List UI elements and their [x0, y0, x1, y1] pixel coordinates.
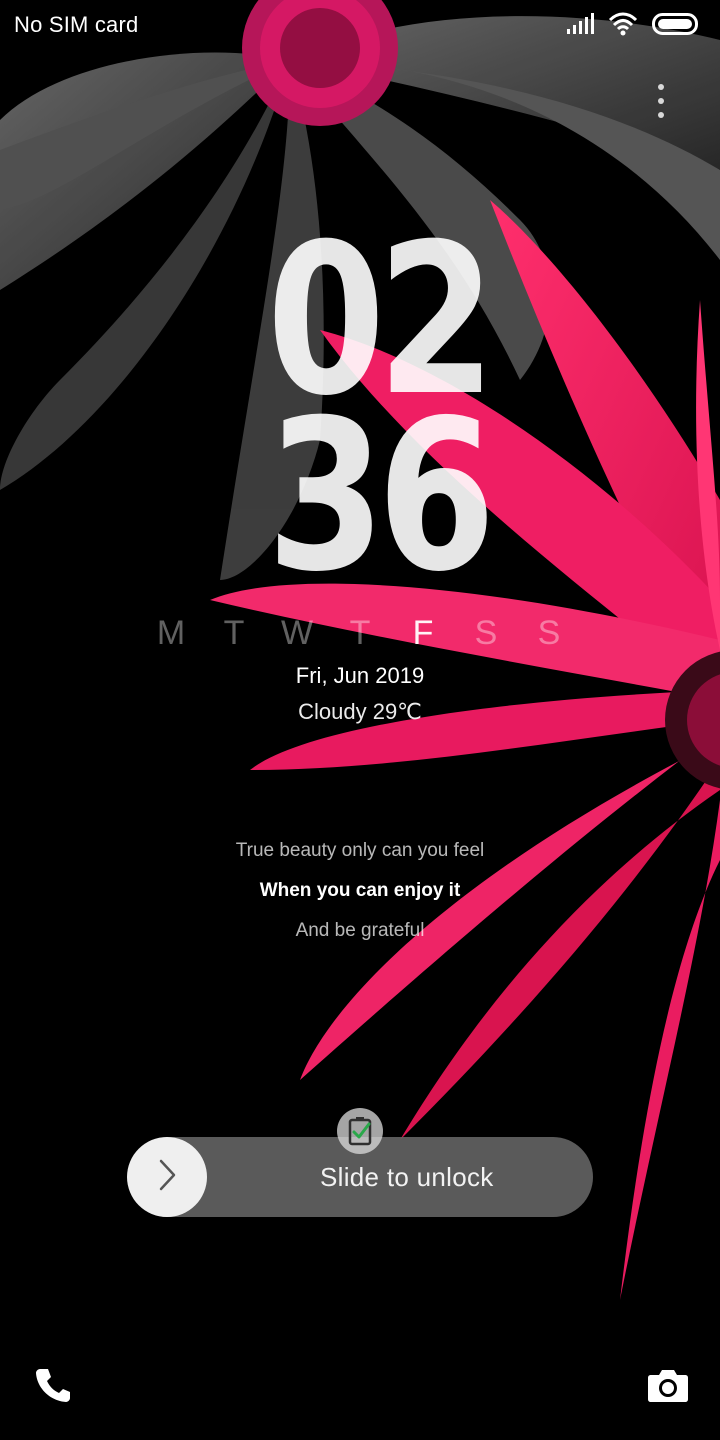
carrier-label: No SIM card: [14, 12, 139, 37]
chevron-right-icon: [153, 1157, 181, 1198]
status-bar: No SIM card: [0, 0, 720, 52]
weekday-strip: M T W T F S S: [140, 614, 580, 653]
weather-label: Cloudy 29℃: [298, 699, 422, 724]
phone-shortcut-button[interactable]: [30, 1364, 76, 1410]
quote-line-3: And be grateful: [295, 920, 425, 941]
camera-shortcut-button[interactable]: [644, 1364, 692, 1410]
signal-icon: [566, 12, 594, 40]
weekday-active: F: [412, 614, 434, 652]
battery-charging-icon: [337, 1108, 383, 1154]
weekday: T: [349, 614, 371, 652]
battery-icon: [652, 12, 700, 41]
unlock-knob[interactable]: [127, 1137, 207, 1217]
status-icons: [566, 12, 700, 40]
more-vertical-icon[interactable]: [652, 84, 670, 118]
unlock-label: Slide to unlock: [320, 1162, 494, 1192]
clock-minutes: 36: [266, 376, 496, 618]
date-label: Fri, Jun 2019: [295, 663, 425, 688]
weekday: M: [156, 614, 186, 652]
quote-line-1: True beauty only can you feel: [235, 840, 485, 861]
weekday: S: [474, 614, 498, 652]
wifi-icon: [608, 12, 638, 41]
weekday: S: [537, 614, 561, 652]
phone-icon: [34, 1366, 72, 1409]
quote-line-2: When you can enjoy it: [259, 880, 461, 901]
lock-clock: 02 36: [246, 217, 496, 618]
weekday: W: [280, 614, 314, 652]
weekday: T: [223, 614, 245, 652]
camera-icon: [647, 1367, 689, 1408]
